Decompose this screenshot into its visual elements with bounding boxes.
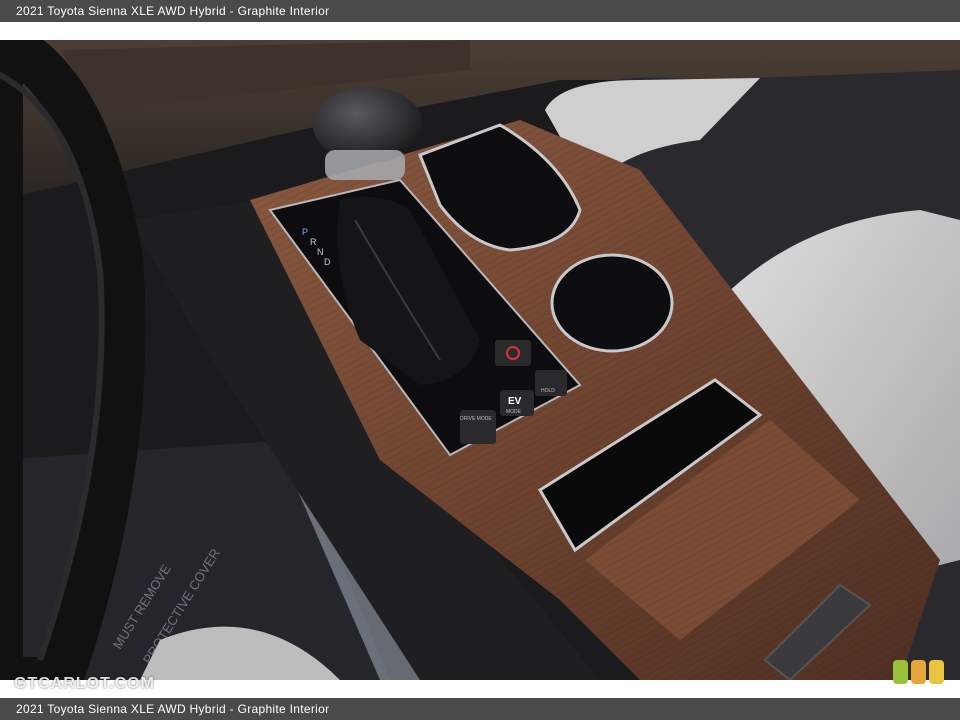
gear-r: R bbox=[310, 237, 317, 247]
ev-label: EV bbox=[508, 396, 522, 407]
logo-green-light bbox=[893, 660, 908, 684]
hold-label: HOLD bbox=[541, 388, 555, 394]
drive-mode-label: DRIVE MODE bbox=[460, 416, 492, 422]
caption-bar-bottom: 2021 Toyota Sienna XLE AWD Hybrid - Grap… bbox=[0, 698, 960, 720]
logo-orange-light bbox=[911, 660, 926, 684]
gear-n: N bbox=[317, 247, 324, 257]
traffic-light-logo bbox=[893, 660, 944, 684]
gear-d: D bbox=[324, 257, 331, 267]
photo-svg: MUST REMOVE PROTECTIVE COVER P R N D EV … bbox=[0, 40, 960, 680]
interior-photo: MUST REMOVE PROTECTIVE COVER P R N D EV … bbox=[0, 40, 960, 680]
caption-bar-top: 2021 Toyota Sienna XLE AWD Hybrid - Grap… bbox=[0, 0, 960, 22]
ev-mode-label: MODE bbox=[506, 409, 522, 415]
caption-text-bottom: 2021 Toyota Sienna XLE AWD Hybrid - Grap… bbox=[16, 702, 330, 716]
cupholder-front bbox=[550, 253, 674, 353]
caption-text-top: 2021 Toyota Sienna XLE AWD Hybrid - Grap… bbox=[16, 4, 330, 18]
parking-brake-button bbox=[495, 340, 531, 366]
logo-yellow-light bbox=[929, 660, 944, 684]
gear-p: P bbox=[302, 227, 308, 237]
watermark: GTCARLOT.COM bbox=[14, 675, 155, 692]
